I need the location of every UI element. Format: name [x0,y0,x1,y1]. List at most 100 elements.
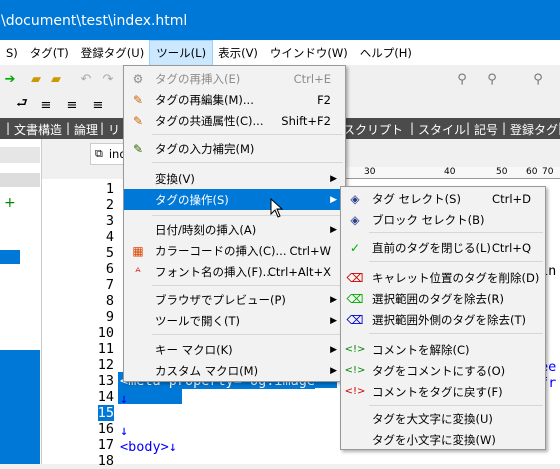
submenu-arrow-icon: ▶ [330,194,337,205]
tab-logic[interactable]: 論理 [74,121,98,138]
line-number: 12 [97,357,114,373]
document-icon: ⧉ [95,147,103,160]
tab-script[interactable]: スクリプト [343,121,403,138]
tools-menu: ⚙ タグの再挿入(E) Ctrl+E ✎ タグの再編集(M)... F2 ✎ タグの共通属… [123,65,346,382]
align-left-icon[interactable]: ≡ [38,97,54,113]
line-number: 17 [97,437,114,453]
title-bar: \document\test\index.html [0,0,560,40]
left-pane-header [0,147,40,163]
menu-item-block-select[interactable]: ◈ ブロック セレクト(B) [341,209,545,230]
menu-item-comment-out-tag[interactable]: <!> タグをコメントにする(O) [341,360,545,381]
menu-item-custom-macro[interactable]: カスタム マクロ(M) ▶ [124,360,345,381]
menu-item-autocomplete[interactable]: ✎ タグの入力補完(M) [124,138,345,159]
menu-item-tag-operations[interactable]: タグの操作(S) ▶ [124,189,345,210]
menu-item-tags-to-lowercase[interactable]: タグを小文字に変換(W) [341,429,545,450]
menu-item-remove-outer-tags[interactable]: ⌫ 選択範囲外側のタグを除去(T) [341,309,545,330]
menu-search[interactable]: S) [0,42,24,64]
menu-separator [369,405,543,406]
menu-help[interactable]: ヘルプ(H) [354,41,418,65]
ruler-mark: 30 [364,167,376,177]
add-icon[interactable]: + [0,195,40,211]
submenu-arrow-icon: ▶ [330,294,337,305]
menu-item-insert-datetime[interactable]: 日付/時刻の挿入(A) ▶ [124,219,345,240]
menu-item-insert-color-code[interactable]: ▦ カラーコードの挿入(C)... Ctrl+W [124,240,345,261]
menu-item-remove-tags-in-selection[interactable]: ⌫ 選択範囲のタグを除去(R) [341,288,545,309]
menu-item-uncomment[interactable]: <!> コメントを解除(C) [341,339,545,360]
font-name-icon: ᴬ [135,264,141,279]
menu-item-reedit-tag[interactable]: ✎ タグの再編集(M)... F2 [124,89,345,110]
remove-outer-tag-icon: ⌫ [346,312,364,327]
menu-item-convert[interactable]: 変換(V) ▶ [124,168,345,189]
menu-separator [152,334,343,335]
palette-sep: | [6,121,11,135]
menu-view[interactable]: 表示(V) [212,41,264,65]
folder-open-icon[interactable]: ▰ [28,71,44,87]
menu-separator [369,261,543,262]
tab-list[interactable]: リ [108,121,120,138]
submenu-arrow-icon: ▶ [330,224,337,235]
align-right-icon[interactable]: ≡ [90,97,106,113]
comment-to-tag-icon: <!> [344,386,366,397]
line-number: 14 [97,389,114,405]
menu-item-insert-font-name[interactable]: ᴬ フォント名の挿入(F)... Ctrl+Alt+X [124,261,345,282]
line-number: 13 [97,373,114,389]
reinsert-icon: ⚙ [132,71,144,86]
line-number: 15 [97,405,114,421]
line-number: 1 [105,181,114,197]
edit-tag-icon: ✎ [132,92,144,107]
ruler-mark: 50 [496,167,508,177]
undo-icon[interactable]: ↶ [78,71,94,87]
replace-icon[interactable]: ⚲ [530,71,546,87]
paragraph-icon[interactable]: ⮐ [14,96,30,113]
mouse-cursor-icon [270,198,284,218]
ruler-mark: 60 [526,167,538,177]
left-pane-toolbar[interactable] [0,173,40,187]
menu-tools[interactable]: ツール(L) [149,39,214,66]
left-pane-selected-item[interactable] [0,250,20,264]
menu-item-common-attribute[interactable]: ✎ タグの共通属性(C)... Shift+F2 [124,110,345,131]
menu-separator [152,215,343,216]
menu-separator [152,162,343,163]
find-icon[interactable]: ⚲ [454,71,470,87]
menu-item-tag-select[interactable]: ◈ タグ セレクト(S) Ctrl+D [341,188,545,209]
line-number: 10 [97,325,114,341]
code-line-17: <body>↓ [120,439,177,455]
submenu-arrow-icon: ▶ [330,173,337,184]
line-number: 4 [105,229,114,245]
palette-sep: | [410,121,415,135]
line-number: 11 [97,341,114,357]
remove-tag-icon: ⌫ [346,291,364,306]
ruler-mark: 40 [444,167,456,177]
menu-item-key-macro[interactable]: キー マクロ(K) ▶ [124,339,345,360]
submenu-arrow-icon: ▶ [330,315,337,326]
menu-registered-tag[interactable]: 登録タグ(U) [75,41,150,65]
menu-item-tags-to-uppercase[interactable]: タグを大文字に変換(U) [341,408,545,429]
menu-item-delete-tag-at-caret[interactable]: ⌫ キャレット位置のタグを削除(D) [341,267,545,288]
menu-window[interactable]: ウインドウ(W) [264,41,354,65]
menu-item-reinsert-tag[interactable]: ⚙ タグの再挿入(E) Ctrl+E [124,68,345,89]
code-line-15: </head>↓ [120,407,186,423]
arrow-icon[interactable]: ➔ [2,71,18,87]
tab-registered-tag[interactable]: 登録タグ [510,121,558,138]
menu-tag[interactable]: タグ(T) [24,41,75,65]
tab-style[interactable]: スタイル [418,121,466,138]
delete-tag-icon: ⌫ [346,270,364,285]
find-next-icon[interactable]: ⚲ [484,71,500,87]
align-center-icon[interactable]: ≡ [64,97,80,113]
menu-item-browser-preview[interactable]: ブラウザでプレビュー(P) ▶ [124,289,345,310]
folders-icon[interactable]: ▰ [48,71,64,87]
tab-symbol[interactable]: 記号 [474,121,498,138]
common-attr-icon: ✎ [132,113,144,128]
close-tag-icon: ✓ [349,240,361,255]
submenu-arrow-icon: ▶ [330,344,337,355]
line-number: 18 [97,453,114,469]
menu-item-open-with-tool[interactable]: ツールで開く(T) ▶ [124,310,345,331]
block-select-icon: ◈ [350,212,360,227]
menu-separator [152,285,343,286]
tab-document-structure[interactable]: 文書構造 [14,121,62,138]
palette-sep: | [100,121,105,135]
line-number: 5 [105,245,114,261]
redo-icon[interactable]: ↷ [100,71,116,87]
menu-item-close-previous-tag[interactable]: ✓ 直前のタグを閉じる(L) Ctrl+Q [341,237,545,258]
menu-item-comment-to-tag[interactable]: <!> コメントをタグに戻す(F) [341,381,545,402]
